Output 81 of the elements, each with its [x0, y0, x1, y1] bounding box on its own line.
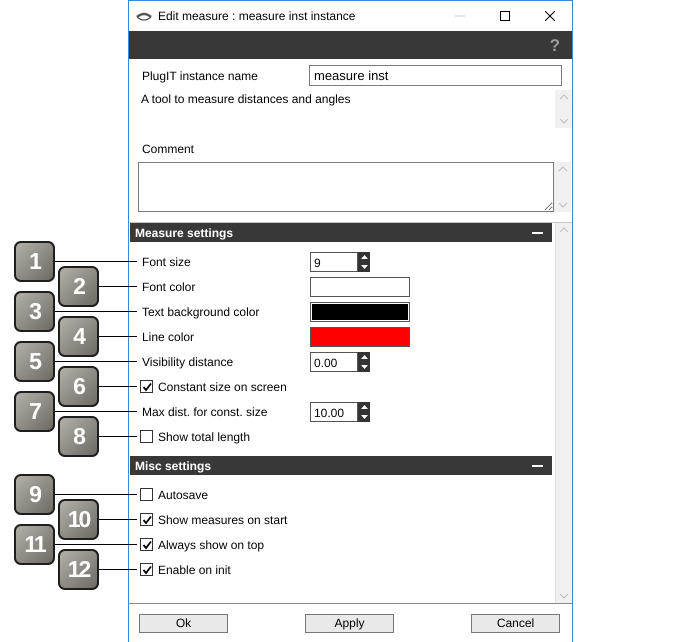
field-label: PlugIT instance name	[142, 68, 259, 84]
checkbox-label: Show measures on start	[158, 512, 288, 528]
leader-line	[99, 519, 137, 520]
check-icon	[142, 514, 152, 524]
callout-badge: 6	[58, 366, 99, 407]
spin-buttons[interactable]	[358, 352, 370, 372]
description-text: A tool to measure distances and angles	[140, 91, 352, 108]
comment-field[interactable]	[138, 162, 554, 212]
setting-label: Line color	[142, 328, 196, 346]
scroll-up-icon	[558, 166, 568, 172]
callout-badge: 11	[14, 524, 55, 565]
callout-badge: 5	[14, 341, 55, 382]
color-swatch[interactable]	[310, 326, 410, 346]
setting-label: Visibility distance	[142, 354, 234, 370]
checkbox-label: Show total length	[158, 428, 250, 446]
callout-badge: 3	[14, 291, 55, 332]
close-icon	[544, 11, 554, 21]
spin-buttons[interactable]	[358, 402, 370, 422]
callout-badge: 1	[14, 241, 55, 282]
scroll-up-icon	[558, 94, 568, 100]
number-field[interactable]: 9	[310, 252, 358, 272]
leader-line	[99, 436, 137, 437]
checkbox[interactable]	[140, 430, 153, 443]
callout-badge: 2	[58, 266, 99, 307]
scrollbar[interactable]	[555, 223, 572, 603]
spin-buttons[interactable]	[358, 252, 370, 272]
checkbox[interactable]	[140, 563, 153, 576]
scroll-down-icon	[559, 593, 569, 599]
callout-badge: 12	[58, 549, 99, 590]
leader-line	[99, 386, 137, 387]
comment-label: Comment	[141, 141, 196, 158]
app-icon	[136, 11, 152, 21]
down-arrow-icon	[360, 364, 368, 368]
callout-badge: 8	[58, 416, 99, 457]
dialog-button[interactable]: Cancel	[471, 614, 560, 632]
callout-badge: 4	[58, 316, 99, 357]
leader-line	[99, 286, 137, 287]
dialog-button[interactable]: Apply	[305, 614, 394, 632]
up-arrow-icon	[360, 404, 368, 408]
name-field[interactable]: measure inst	[309, 65, 562, 86]
checkbox-label: Constant size on screen	[158, 378, 287, 396]
checkbox[interactable]	[140, 513, 153, 526]
checkbox[interactable]	[140, 538, 153, 551]
scrollbar[interactable]	[554, 162, 571, 212]
section-title: Misc settings	[135, 458, 212, 474]
checkbox[interactable]	[140, 380, 153, 393]
leader-line	[99, 336, 137, 337]
down-arrow-icon	[360, 264, 368, 268]
number-field[interactable]: 0.00	[310, 352, 358, 372]
setting-label: Font size	[142, 254, 192, 270]
up-arrow-icon	[360, 254, 368, 258]
checkbox[interactable]	[140, 488, 153, 501]
setting-label: Max dist. for const. size	[142, 404, 268, 420]
scroll-down-icon	[558, 118, 568, 124]
callout-badge: 7	[14, 391, 55, 432]
maximize-icon	[500, 11, 510, 21]
color-swatch[interactable]	[310, 302, 410, 322]
checkbox-label: Autosave	[158, 486, 208, 504]
checkbox-label: Enable on init	[158, 562, 231, 578]
down-arrow-icon	[360, 414, 368, 418]
check-icon	[142, 540, 152, 550]
window-title: Edit measure : measure inst instance	[158, 8, 356, 25]
leader-line	[99, 569, 137, 570]
scrollbar[interactable]	[555, 90, 572, 128]
section-header[interactable]: Misc settings	[130, 456, 552, 475]
number-field[interactable]: 10.00	[310, 402, 358, 422]
scroll-up-icon	[559, 227, 569, 233]
scroll-down-icon	[558, 202, 568, 208]
checkbox-label: Always show on top	[158, 536, 264, 554]
help-button[interactable]: ?	[550, 36, 560, 54]
setting-label: Text background color	[142, 304, 260, 320]
callout-badge: 10	[58, 499, 99, 540]
section-header[interactable]: Measure settings	[130, 223, 552, 242]
check-icon	[142, 564, 152, 574]
setting-label: Font color	[142, 278, 196, 296]
up-arrow-icon	[360, 354, 368, 358]
section-title: Measure settings	[135, 224, 234, 242]
color-swatch[interactable]	[310, 276, 410, 296]
dialog-button[interactable]: Ok	[139, 614, 228, 632]
check-icon	[142, 382, 152, 392]
callout-badge: 9	[14, 474, 55, 515]
